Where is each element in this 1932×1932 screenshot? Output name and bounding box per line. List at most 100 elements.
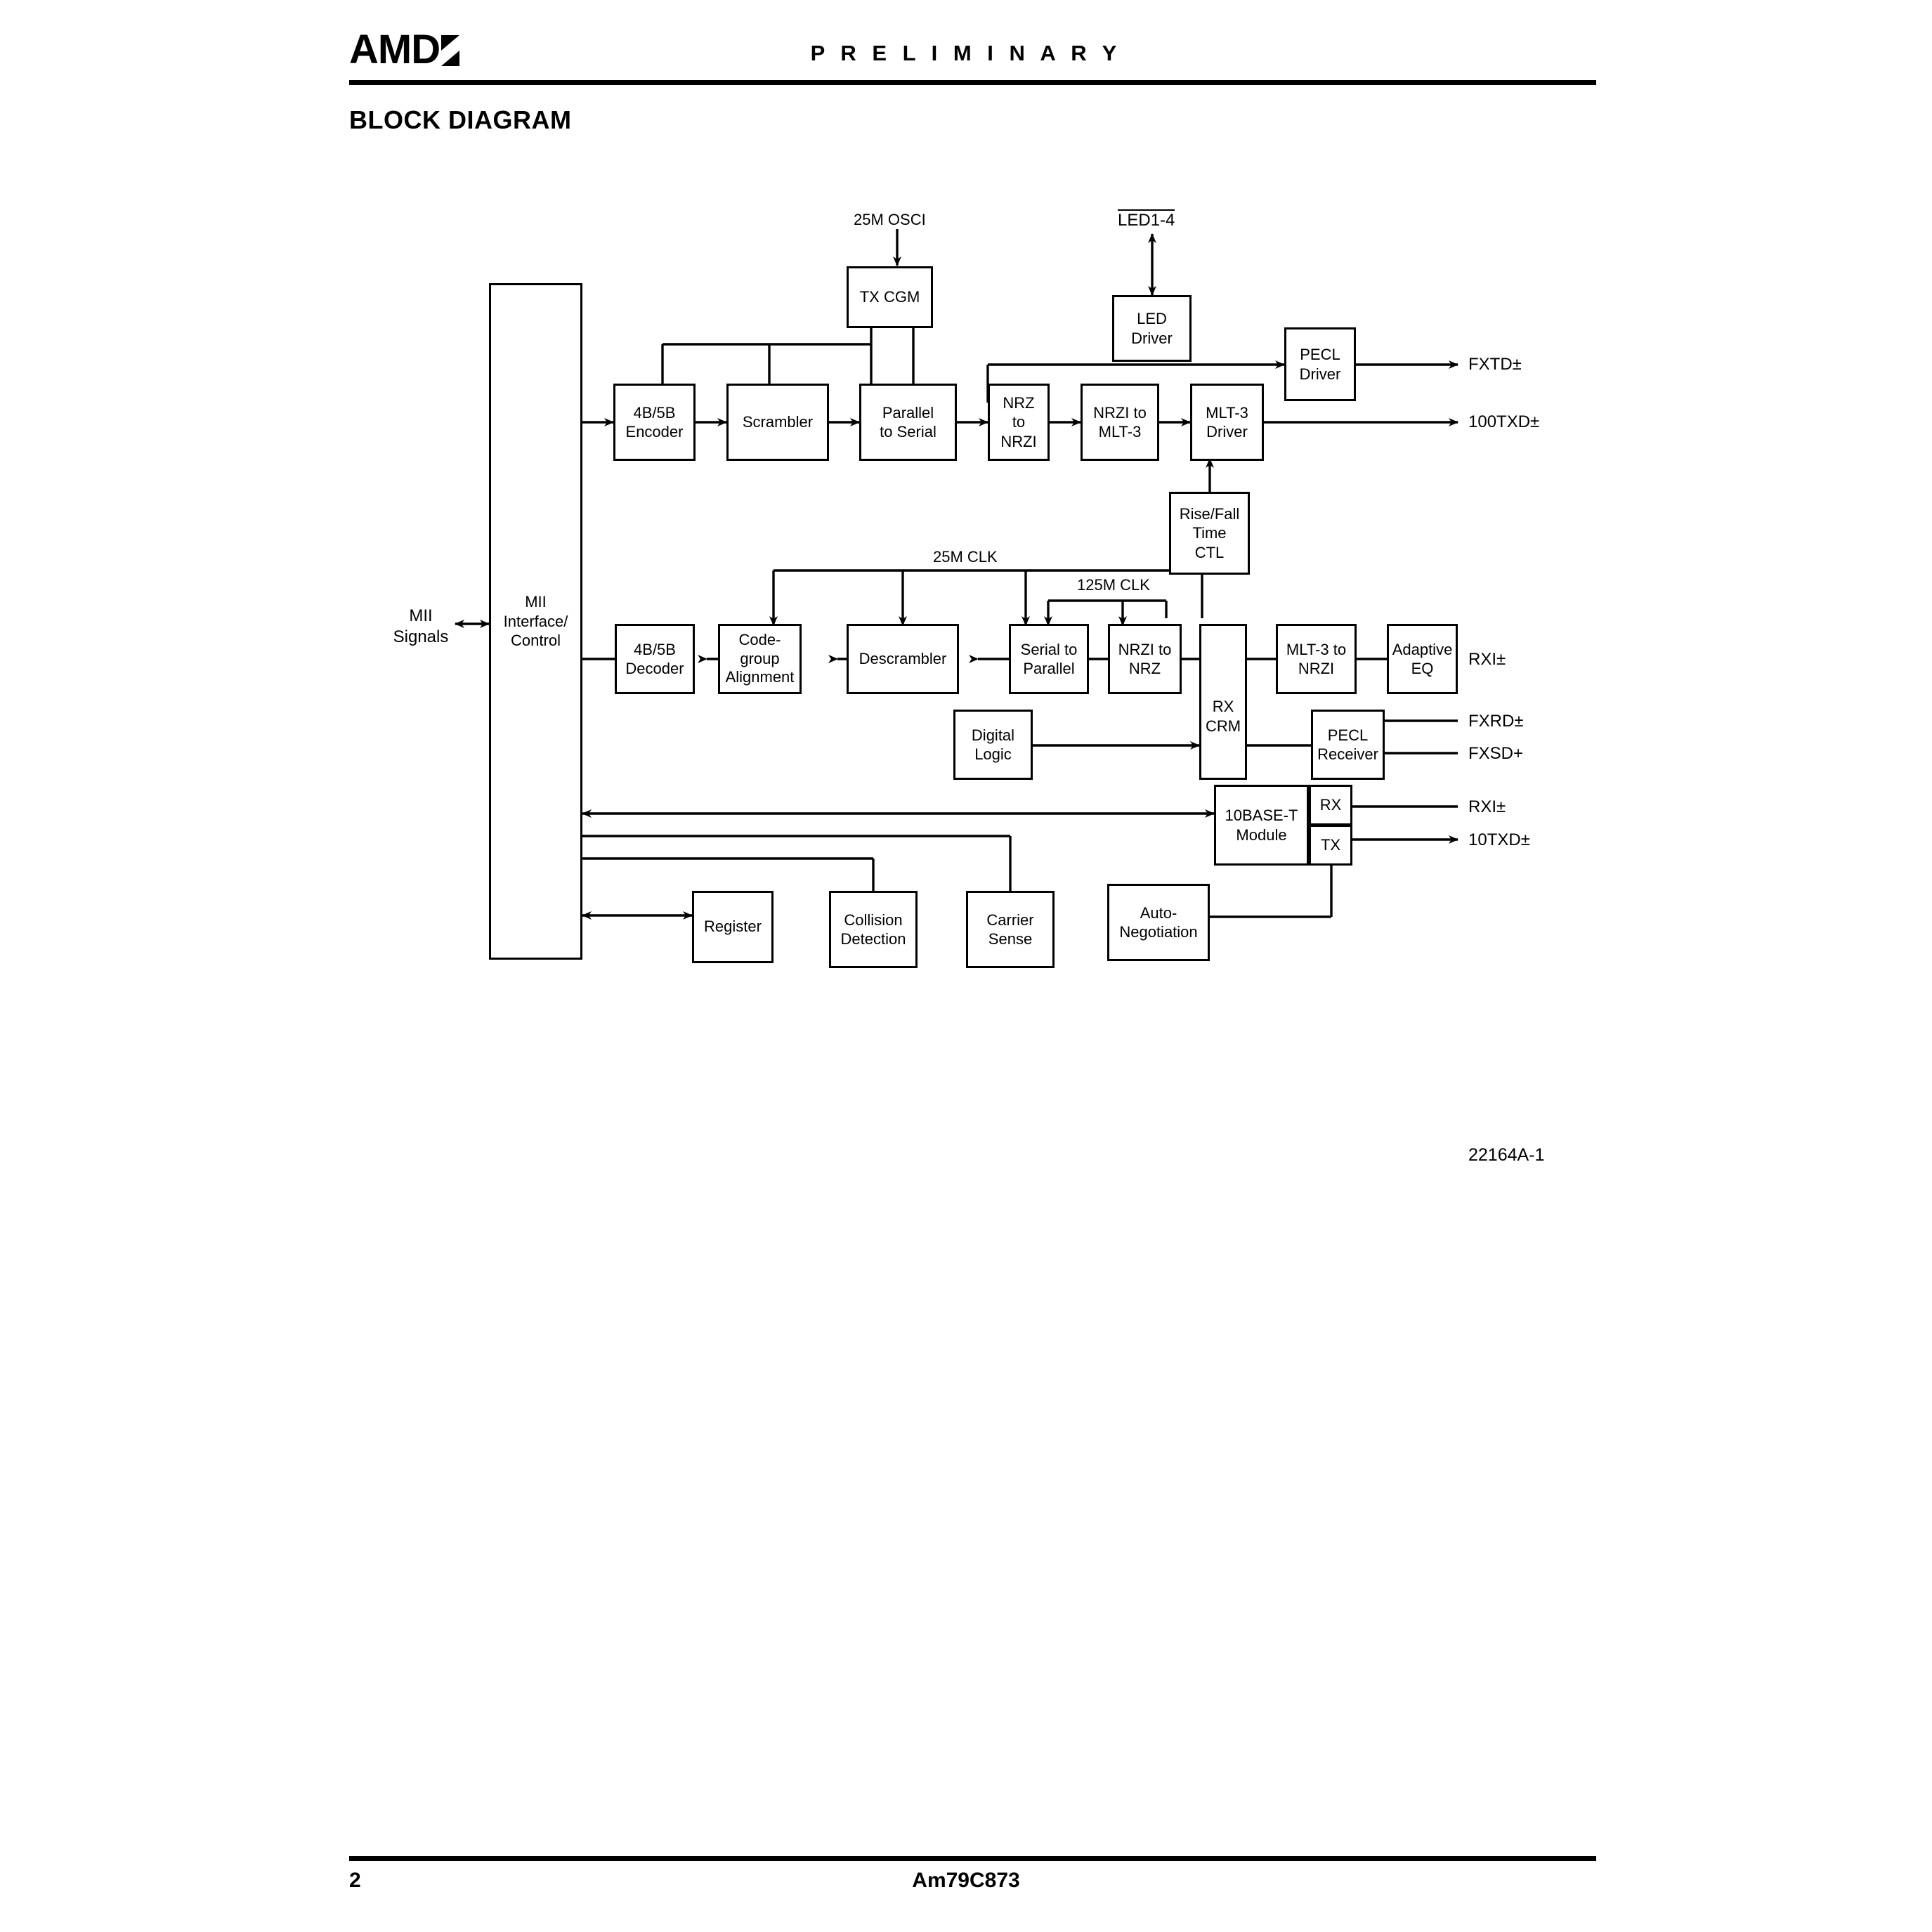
mlt3driver-line2: Driver bbox=[1206, 423, 1248, 440]
block-4b5b-decoder[interactable]: 4B/5B Decoder bbox=[615, 624, 695, 694]
digitallogic-line2: Logic bbox=[974, 745, 1012, 763]
port-10base-t-tx[interactable]: TX bbox=[1309, 825, 1352, 866]
block-mlt3-to-nrzi[interactable]: MLT-3 to NRZI bbox=[1276, 624, 1357, 694]
block-led-driver[interactable]: LED Driver bbox=[1112, 295, 1192, 362]
nrzi2nrz-line2: NRZ bbox=[1128, 660, 1161, 677]
par2ser-line2: to Serial bbox=[880, 423, 936, 440]
block-nrzi-to-mlt3[interactable]: NRZI to MLT-3 bbox=[1081, 384, 1159, 461]
nrz2nrzi-line2: to bbox=[1012, 413, 1026, 431]
block-parallel-to-serial[interactable]: Parallel to Serial bbox=[859, 384, 957, 461]
mii-signals-line2: Signals bbox=[393, 627, 449, 646]
mlt3driver-line1: MLT-3 bbox=[1206, 403, 1248, 422]
block-pecl-driver[interactable]: PECL Driver bbox=[1284, 327, 1356, 401]
codegroup-line2: group bbox=[740, 649, 780, 667]
collision-line2: Detection bbox=[840, 930, 906, 948]
block-code-group-alignment[interactable]: Code- group Alignment bbox=[718, 624, 802, 694]
port-10base-t-rx[interactable]: RX bbox=[1309, 785, 1352, 825]
led1-4-label: LED1-4 bbox=[1118, 209, 1175, 230]
nrzi2mlt3-line1: NRZI to bbox=[1093, 403, 1147, 422]
scrambler-label: Scrambler bbox=[742, 412, 814, 431]
block-4b5b-encoder[interactable]: 4B/5B Encoder bbox=[613, 384, 696, 461]
risefall-line3: CTL bbox=[1194, 543, 1225, 561]
block-tx-cgm[interactable]: TX CGM bbox=[847, 266, 933, 328]
block-descrambler[interactable]: Descrambler bbox=[847, 624, 959, 694]
carrier-line2: Sense bbox=[988, 930, 1033, 948]
port-rx-label: RX bbox=[1319, 795, 1342, 814]
signal-rxi-eq: RXI± bbox=[1468, 650, 1506, 669]
block-collision-detection[interactable]: Collision Detection bbox=[829, 891, 918, 968]
block-diagram: MII Signals MII Interface/ Control 25M O… bbox=[0, 0, 1932, 1932]
signal-10txd: 10TXD± bbox=[1468, 830, 1530, 849]
signal-fxtd: FXTD± bbox=[1468, 355, 1522, 374]
risefall-line1: Rise/Fall bbox=[1179, 504, 1240, 523]
rxcrm-line1: RX bbox=[1212, 698, 1234, 715]
carrier-line1: Carrier bbox=[986, 910, 1034, 929]
mii-interface-line2: Interface/ bbox=[503, 612, 568, 630]
decoder-line1: 4B/5B bbox=[634, 640, 676, 658]
codegroup-line3: Alignment bbox=[725, 668, 795, 686]
footer-divider bbox=[349, 1856, 1596, 1861]
tenbaset-line1: 10BASE-T bbox=[1225, 807, 1298, 824]
block-rx-crm[interactable]: RX CRM bbox=[1199, 624, 1247, 780]
port-tx-label: TX bbox=[1320, 835, 1341, 854]
decoder-line2: Decoder bbox=[625, 660, 684, 677]
block-serial-to-parallel[interactable]: Serial to Parallel bbox=[1009, 624, 1089, 694]
block-adaptive-eq[interactable]: Adaptive EQ bbox=[1387, 624, 1458, 694]
collision-line1: Collision bbox=[844, 910, 903, 929]
descrambler-label: Descrambler bbox=[859, 649, 947, 667]
block-scrambler[interactable]: Scrambler bbox=[726, 384, 829, 461]
block-mlt3-driver[interactable]: MLT-3 Driver bbox=[1190, 384, 1264, 461]
mii-signals-label: MII Signals bbox=[389, 606, 453, 648]
led-driver-line1: LED bbox=[1137, 310, 1167, 327]
signal-fxrd: FXRD± bbox=[1468, 712, 1524, 731]
block-nrzi-to-nrz[interactable]: NRZI to NRZ bbox=[1108, 624, 1182, 694]
label-25m-clk: 25M CLK bbox=[931, 548, 1000, 566]
signal-rxi-10baset: RXI± bbox=[1468, 797, 1506, 816]
encoder-line1: 4B/5B bbox=[633, 403, 676, 422]
nrzi2mlt3-line2: MLT-3 bbox=[1098, 423, 1142, 440]
nrz2nrzi-line1: NRZ bbox=[1003, 393, 1035, 412]
block-digital-logic[interactable]: Digital Logic bbox=[953, 710, 1033, 780]
codegroup-line1: Code- bbox=[738, 630, 781, 648]
signal-100txd: 100TXD± bbox=[1468, 412, 1540, 431]
block-rise-fall-time-ctl[interactable]: Rise/Fall Time CTL bbox=[1169, 492, 1250, 575]
mlt32nrzi-line2: NRZI bbox=[1298, 660, 1335, 677]
block-pecl-receiver[interactable]: PECL Receiver bbox=[1311, 710, 1385, 780]
register-label: Register bbox=[704, 918, 762, 936]
block-carrier-sense[interactable]: Carrier Sense bbox=[966, 891, 1055, 968]
rxcrm-line2: CRM bbox=[1205, 717, 1241, 735]
block-nrz-to-nrzi[interactable]: NRZ to NRZI bbox=[988, 384, 1050, 461]
peclrecv-line2: Receiver bbox=[1317, 745, 1378, 763]
ser2par-line1: Serial to bbox=[1020, 640, 1078, 658]
autoneg-line2: Negotiation bbox=[1119, 923, 1198, 941]
block-auto-negotiation[interactable]: Auto- Negotiation bbox=[1107, 884, 1210, 961]
mii-interface-line3: Control bbox=[511, 632, 561, 650]
nrzi2nrz-line1: NRZI to bbox=[1118, 640, 1172, 658]
mii-interface-line1: MII bbox=[525, 593, 547, 611]
peclrecv-line1: PECL bbox=[1327, 726, 1369, 744]
encoder-line2: Encoder bbox=[625, 423, 684, 440]
led-driver-line2: Driver bbox=[1131, 329, 1173, 347]
label-125m-clk: 125M CLK bbox=[1075, 576, 1152, 594]
digitallogic-line1: Digital bbox=[971, 726, 1015, 744]
block-mii-interface-control[interactable]: MII Interface/ Control bbox=[489, 283, 582, 960]
nrz2nrzi-line3: NRZI bbox=[1000, 432, 1037, 450]
ser2par-line2: Parallel bbox=[1023, 660, 1075, 677]
block-10base-t-module[interactable]: 10BASE-T Module bbox=[1214, 785, 1309, 866]
par2ser-line1: Parallel bbox=[882, 403, 934, 422]
adaptiveeq-line1: Adaptive bbox=[1392, 640, 1453, 658]
figure-reference: 22164A-1 bbox=[1468, 1145, 1545, 1165]
pecldriver-line1: PECL bbox=[1300, 346, 1340, 363]
signal-led1-4: LED1-4 bbox=[1118, 209, 1175, 230]
autoneg-line1: Auto- bbox=[1140, 903, 1177, 922]
signal-fxsd: FXSD+ bbox=[1468, 744, 1524, 763]
label-25m-osci: 25M OSCI bbox=[851, 211, 928, 229]
block-register[interactable]: Register bbox=[692, 891, 774, 963]
pecldriver-line2: Driver bbox=[1299, 365, 1341, 383]
risefall-line2: Time bbox=[1192, 524, 1227, 542]
mii-signals-line1: MII bbox=[409, 606, 433, 625]
footer-part-number: Am79C873 bbox=[912, 1869, 1020, 1892]
mlt32nrzi-line1: MLT-3 to bbox=[1286, 640, 1347, 658]
tenbaset-line2: Module bbox=[1236, 825, 1287, 844]
tx-cgm-label: TX CGM bbox=[859, 287, 920, 306]
